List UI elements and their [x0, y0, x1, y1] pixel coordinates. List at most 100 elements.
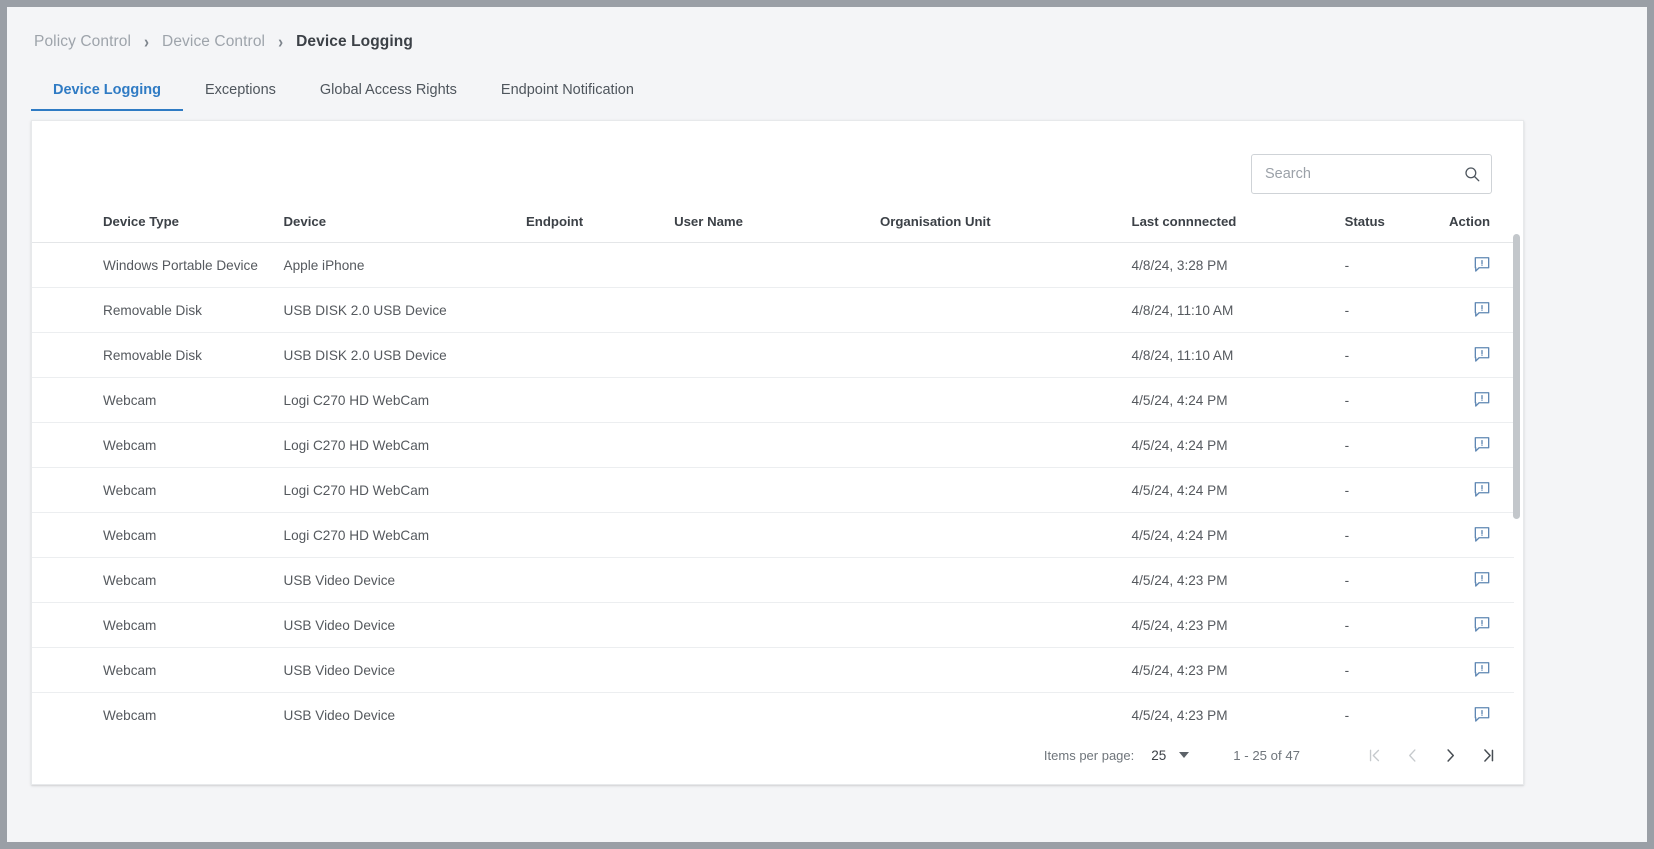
row-action-button[interactable] [1471, 298, 1493, 320]
column-header-last-connected[interactable]: Last connnected [1131, 208, 1345, 243]
row-action-button[interactable] [1471, 388, 1493, 410]
cell-user-name [674, 467, 880, 513]
previous-page-icon [1408, 748, 1416, 762]
table-row[interactable]: Webcam Logi C270 HD WebCam 4/5/24, 4:24 PM… [32, 512, 1514, 558]
cell-device-type: Webcam [32, 647, 281, 693]
last-page-button[interactable] [1469, 736, 1507, 774]
cell-endpoint [525, 602, 675, 648]
cell-user-name [674, 242, 880, 288]
message-alert-icon [1474, 572, 1489, 587]
cell-endpoint [525, 647, 675, 693]
cell-status: - [1344, 467, 1450, 513]
cell-organisation-unit [879, 377, 1132, 423]
tab-device-logging[interactable]: Device Logging [31, 82, 183, 111]
cell-user-name [674, 557, 880, 603]
table-row[interactable]: Removable Disk USB DISK 2.0 USB Device 4/8… [32, 287, 1514, 333]
cell-device-type: Webcam [32, 512, 281, 558]
cell-organisation-unit [879, 467, 1132, 513]
cell-user-name [674, 287, 880, 333]
cell-device-type: Windows Portable Device [32, 242, 281, 288]
row-action-button[interactable] [1471, 568, 1493, 590]
message-alert-icon [1474, 527, 1489, 542]
column-header-device[interactable]: Device [280, 208, 526, 243]
cell-last-connected: 4/8/24, 11:10 AM [1131, 332, 1345, 378]
table-row[interactable]: Windows Portable Device Apple iPhone 4/8/2… [32, 242, 1514, 288]
tab-bar: Device Logging Exceptions Global Access … [7, 67, 1647, 111]
last-page-icon [1483, 748, 1493, 762]
table-header-row: Device Type Device Endpoint User Name Or… [32, 208, 1514, 243]
tab-exceptions[interactable]: Exceptions [183, 82, 298, 111]
cell-device: USB Video Device [280, 647, 526, 693]
table-row[interactable]: Webcam USB Video Device 4/5/24, 4:23 PM - [32, 647, 1514, 693]
row-action-button[interactable] [1471, 523, 1493, 545]
cell-device: Logi C270 HD WebCam [280, 467, 526, 513]
previous-page-button[interactable] [1393, 736, 1431, 774]
items-per-page-select[interactable]: 25 [1151, 748, 1190, 763]
tab-endpoint-notification[interactable]: Endpoint Notification [479, 82, 656, 111]
cell-last-connected: 4/8/24, 11:10 AM [1131, 287, 1345, 333]
column-header-user-name[interactable]: User Name [674, 208, 880, 243]
chevron-down-icon [1179, 752, 1190, 758]
device-logging-card: Device Type Device Endpoint User Name Or… [31, 120, 1524, 785]
column-header-organisation-unit[interactable]: Organisation Unit [879, 208, 1132, 243]
row-action-button[interactable] [1471, 253, 1493, 275]
cell-endpoint [525, 332, 675, 378]
row-action-button[interactable] [1471, 433, 1493, 455]
table-scrollbar-thumb[interactable] [1513, 234, 1520, 519]
table-row[interactable]: Webcam USB Video Device 4/5/24, 4:23 PM - [32, 692, 1514, 726]
message-alert-icon [1474, 347, 1489, 362]
table-row[interactable]: Webcam USB Video Device 4/5/24, 4:23 PM - [32, 557, 1514, 603]
next-page-button[interactable] [1431, 736, 1469, 774]
cell-action [1449, 332, 1514, 378]
column-header-device-type[interactable]: Device Type [32, 208, 281, 243]
tab-global-access-rights[interactable]: Global Access Rights [298, 82, 479, 111]
cell-device: USB DISK 2.0 USB Device [280, 332, 526, 378]
cell-endpoint [525, 467, 675, 513]
cell-action [1449, 512, 1514, 558]
cell-status: - [1344, 377, 1450, 423]
cell-device: Logi C270 HD WebCam [280, 377, 526, 423]
device-logging-table: Device Type Device Endpoint User Name Or… [32, 208, 1514, 726]
message-alert-icon [1474, 392, 1489, 407]
cell-endpoint [525, 242, 675, 288]
table-header: Device Type Device Endpoint User Name Or… [32, 208, 1514, 243]
first-page-icon [1369, 749, 1379, 761]
table-row[interactable]: Webcam USB Video Device 4/5/24, 4:23 PM - [32, 602, 1514, 648]
cell-action [1449, 692, 1514, 726]
column-header-action: Action [1449, 208, 1514, 243]
row-action-button[interactable] [1471, 478, 1493, 500]
cell-status: - [1344, 647, 1450, 693]
cell-organisation-unit [879, 602, 1132, 648]
cell-action [1449, 557, 1514, 603]
cell-user-name [674, 602, 880, 648]
cell-status: - [1344, 332, 1450, 378]
cell-user-name [674, 422, 880, 468]
table-vertical-scrollbar[interactable] [1513, 234, 1520, 714]
first-page-button[interactable] [1355, 736, 1393, 774]
column-header-endpoint[interactable]: Endpoint [525, 208, 675, 243]
cell-status: - [1344, 512, 1450, 558]
cell-organisation-unit [879, 332, 1132, 378]
cell-action [1449, 602, 1514, 648]
row-action-button[interactable] [1471, 613, 1493, 635]
row-action-button[interactable] [1471, 658, 1493, 680]
table-row[interactable]: Webcam Logi C270 HD WebCam 4/5/24, 4:24 PM… [32, 422, 1514, 468]
table-row[interactable]: Removable Disk USB DISK 2.0 USB Device 4/8… [32, 332, 1514, 378]
table-row[interactable]: Webcam Logi C270 HD WebCam 4/5/24, 4:24 PM… [32, 377, 1514, 423]
search-input[interactable] [1251, 154, 1492, 194]
page-range-label: 1 - 25 of 47 [1233, 747, 1300, 763]
row-action-button[interactable] [1471, 703, 1493, 725]
row-action-button[interactable] [1471, 343, 1493, 365]
message-alert-icon [1474, 437, 1489, 452]
cell-user-name [674, 692, 880, 726]
cell-status: - [1344, 287, 1450, 333]
cell-device: USB Video Device [280, 602, 526, 648]
breadcrumb-item-device-control[interactable]: Device Control [162, 33, 265, 51]
items-per-page-label: Items per page: [1043, 747, 1135, 763]
table-row[interactable]: Webcam Logi C270 HD WebCam 4/5/24, 4:24 PM… [32, 467, 1514, 513]
cell-last-connected: 4/5/24, 4:24 PM [1131, 422, 1345, 468]
cell-user-name [674, 332, 880, 378]
breadcrumb-separator-icon: › [278, 32, 284, 52]
breadcrumb-item-policy-control[interactable]: Policy Control [34, 33, 131, 51]
column-header-status[interactable]: Status [1344, 208, 1450, 243]
